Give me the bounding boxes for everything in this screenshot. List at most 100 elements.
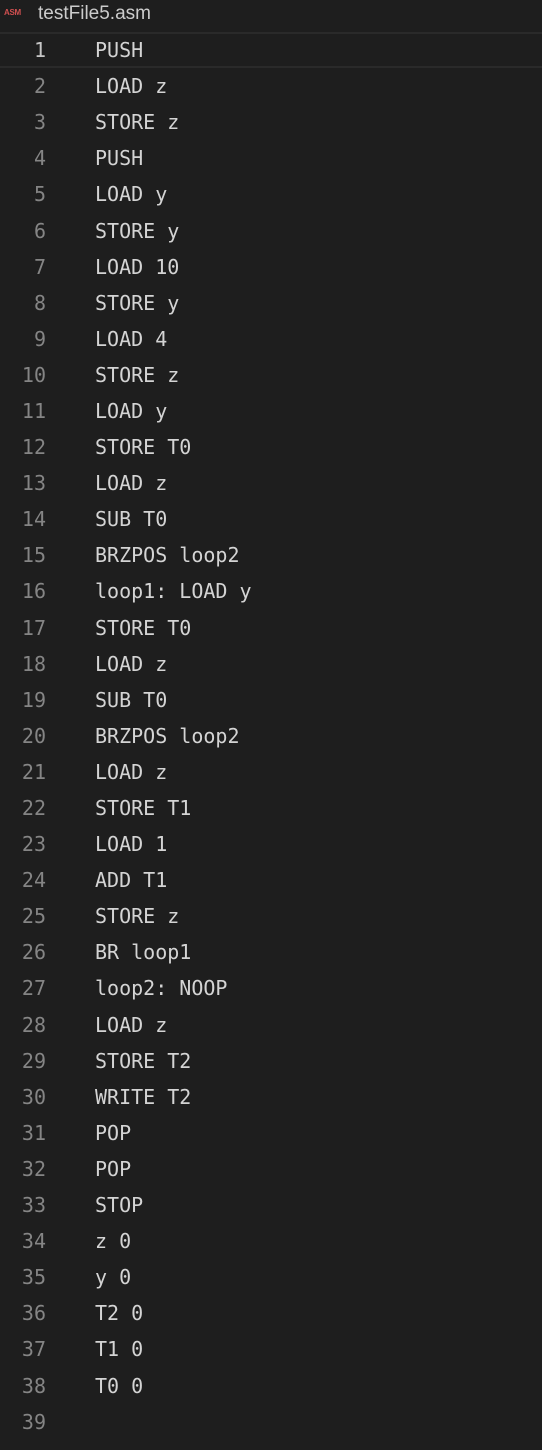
line-number: 7 [33,254,46,279]
code-line[interactable]: 4 PUSH [0,140,542,176]
code-line[interactable]: 37 T1 0 [0,1331,542,1367]
line-code[interactable]: T1 0 [95,1337,143,1361]
code-line[interactable]: 36 T2 0 [0,1295,542,1331]
code-line[interactable]: 2 LOAD z [0,68,542,104]
line-number: 12 [21,435,46,460]
code-line[interactable]: 26 BR loop1 [0,934,542,970]
code-line[interactable]: 10 STORE z [0,357,542,393]
line-code[interactable]: STOP [95,1193,143,1217]
line-code[interactable]: LOAD z [95,74,167,98]
code-line[interactable]: 28 LOAD z [0,1007,542,1043]
code-line[interactable]: 15 BRZPOS loop2 [0,537,542,573]
code-line[interactable]: 34 z 0 [0,1223,542,1259]
line-code[interactable]: PUSH [95,38,143,62]
line-code[interactable]: T2 0 [95,1301,143,1325]
editor-tab[interactable]: ASM testFile5.asm [0,0,542,30]
code-line[interactable]: 39 [0,1404,542,1440]
code-line[interactable]: 21 LOAD z [0,754,542,790]
code-line[interactable]: 1 PUSH [0,32,542,69]
line-number: 28 [21,1012,46,1037]
line-code[interactable]: POP [95,1121,131,1145]
code-line[interactable]: 20 BRZPOS loop2 [0,718,542,754]
line-code[interactable]: WRITE T2 [95,1085,191,1109]
line-code[interactable]: STORE y [95,219,179,243]
code-line[interactable]: 25 STORE z [0,898,542,934]
code-line[interactable]: 31 POP [0,1115,542,1151]
line-code[interactable]: STORE z [95,363,179,387]
line-number: 25 [21,904,46,929]
code-line[interactable]: 12 STORE T0 [0,429,542,465]
line-code[interactable]: SUB T0 [95,688,167,712]
line-number: 34 [21,1229,46,1254]
code-line[interactable]: 3 STORE z [0,104,542,140]
line-number: 35 [21,1265,46,1290]
code-line[interactable]: 16 loop1: LOAD y [0,573,542,609]
code-line[interactable]: 24 ADD T1 [0,862,542,898]
line-code[interactable]: BR loop1 [95,940,191,964]
line-code[interactable]: STORE z [95,904,179,928]
code-line[interactable]: 14 SUB T0 [0,501,542,537]
code-line[interactable]: 30 WRITE T2 [0,1079,542,1115]
line-code[interactable]: STORE z [95,110,179,134]
line-number: 3 [33,110,46,135]
code-line[interactable]: 8 STORE y [0,285,542,321]
line-number: 23 [21,832,46,857]
line-code[interactable]: LOAD y [95,399,167,423]
code-line[interactable]: 18 LOAD z [0,646,542,682]
line-code[interactable]: BRZPOS loop2 [95,543,240,567]
line-code[interactable]: STORE T0 [95,616,191,640]
code-line[interactable]: 32 POP [0,1151,542,1187]
line-number: 1 [33,38,46,63]
line-number: 39 [21,1409,46,1434]
line-code[interactable]: LOAD z [95,652,167,676]
line-code[interactable]: LOAD y [95,182,167,206]
code-line[interactable]: 6 STORE y [0,212,542,248]
tab-file-name[interactable]: testFile5.asm [38,3,151,25]
line-code[interactable]: ADD T1 [95,868,167,892]
line-number: 14 [21,507,46,532]
code-line[interactable]: 22 STORE T1 [0,790,542,826]
code-editor[interactable]: ASM testFile5.asm 1 PUSH 2 LOAD z 3 STORE z 4 P… [0,0,542,1450]
code-line[interactable]: 19 SUB T0 [0,682,542,718]
line-number: 19 [21,687,46,712]
line-number: 37 [21,1337,46,1362]
line-code[interactable]: BRZPOS loop2 [95,724,240,748]
asm-file-icon: ASM [4,8,21,17]
line-code[interactable]: z 0 [95,1229,131,1253]
code-line[interactable]: 35 y 0 [0,1259,542,1295]
line-code[interactable]: LOAD z [95,760,167,784]
code-line[interactable]: 11 LOAD y [0,393,542,429]
line-number: 5 [33,182,46,207]
line-number: 10 [21,362,46,387]
line-code[interactable]: STORE T1 [95,796,191,820]
code-line[interactable]: 23 LOAD 1 [0,826,542,862]
code-line[interactable]: 29 STORE T2 [0,1043,542,1079]
code-line[interactable]: 38 T0 0 [0,1367,542,1403]
line-code[interactable]: SUB T0 [95,507,167,531]
line-number: 22 [21,796,46,821]
line-code[interactable]: STORE T2 [95,1049,191,1073]
line-code[interactable]: LOAD 10 [95,255,179,279]
line-code[interactable]: PUSH [95,146,143,170]
code-line[interactable]: 9 LOAD 4 [0,321,542,357]
code-line[interactable]: 13 LOAD z [0,465,542,501]
code-line[interactable]: 7 LOAD 10 [0,249,542,285]
code-line[interactable]: 17 STORE T0 [0,610,542,646]
line-code[interactable]: LOAD 4 [95,327,167,351]
line-number: 11 [21,398,46,423]
code-line[interactable]: 33 STOP [0,1187,542,1223]
line-code[interactable]: LOAD 1 [95,832,167,856]
line-code[interactable]: loop1: LOAD y [95,579,252,603]
line-code[interactable]: y 0 [95,1265,131,1289]
line-code[interactable]: LOAD z [95,1013,167,1037]
line-code[interactable]: LOAD z [95,471,167,495]
line-code[interactable]: loop2: NOOP [95,976,227,1000]
line-code[interactable]: POP [95,1157,131,1181]
line-code[interactable]: STORE y [95,291,179,315]
line-code[interactable]: T0 0 [95,1374,143,1398]
code-line[interactable]: 5 LOAD y [0,176,542,212]
code-line[interactable]: 27 loop2: NOOP [0,970,542,1006]
editor-lines[interactable]: 1 PUSH 2 LOAD z 3 STORE z 4 PUSH 5 LOAD y 6 STORE y… [0,32,542,1440]
line-code[interactable]: STORE T0 [95,435,191,459]
line-number: 30 [21,1084,46,1109]
